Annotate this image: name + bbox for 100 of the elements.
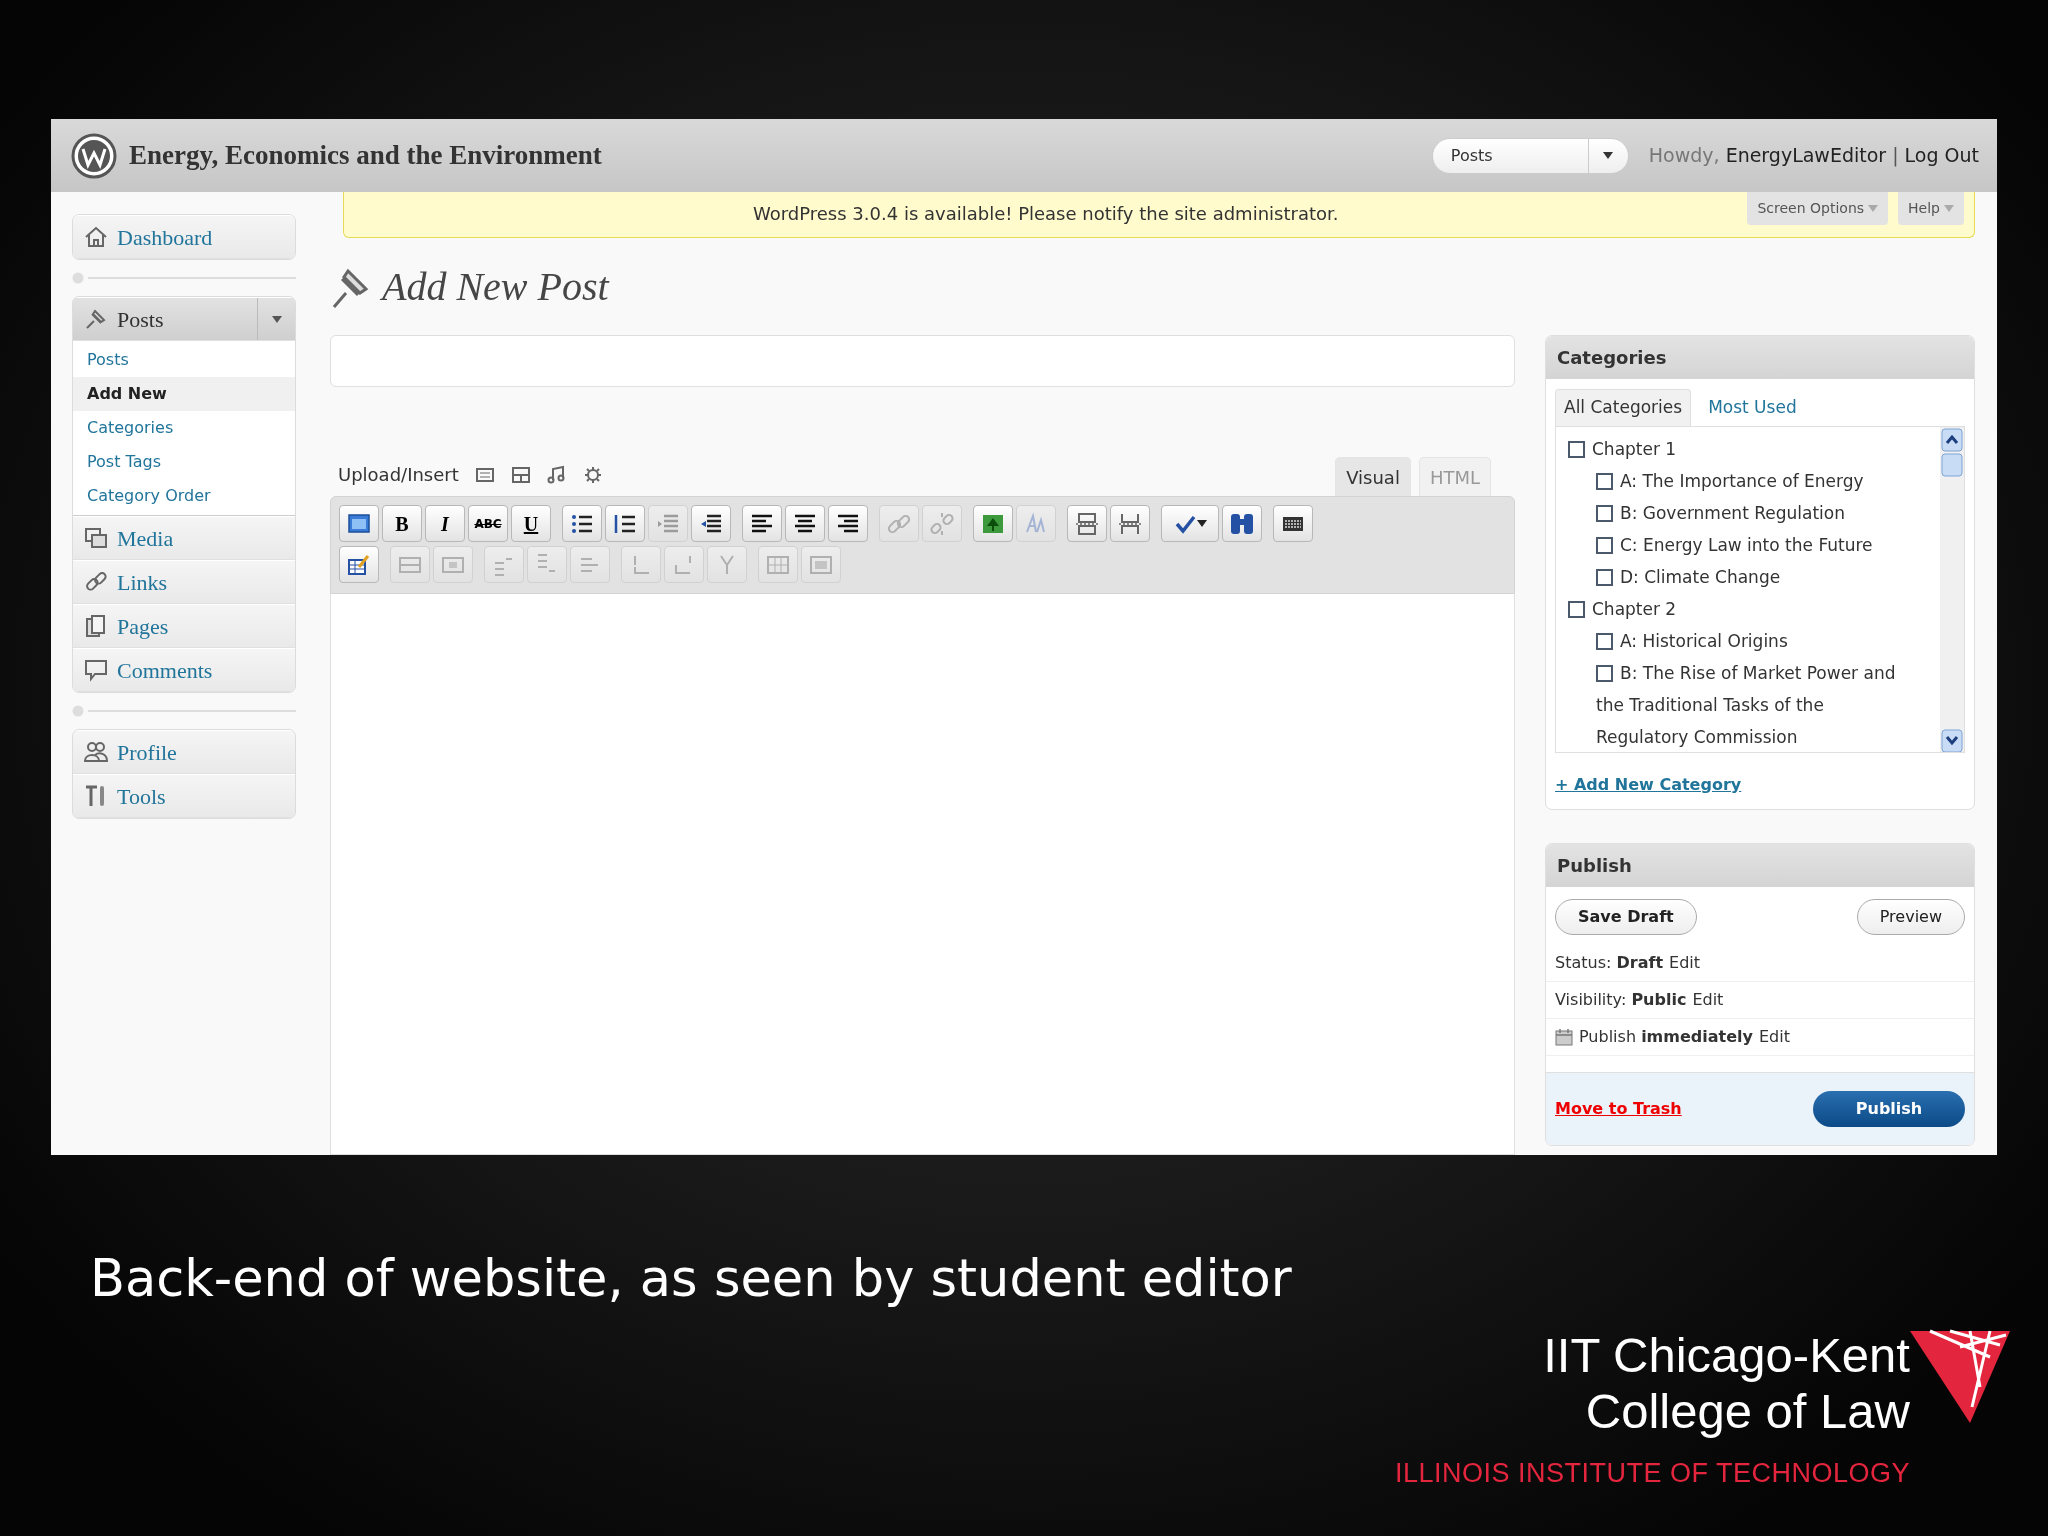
calendar-icon <box>1555 1028 1573 1046</box>
media-icon <box>83 525 109 551</box>
collapse-handle-icon <box>72 705 84 717</box>
collapse-handle-icon <box>72 272 84 284</box>
screen-tab[interactable]: Screen Options <box>1747 192 1889 225</box>
site-title: Energy, Economics and the Environment <box>129 139 602 173</box>
edit-link[interactable]: Edit <box>1669 951 1701 975</box>
toolbar-button[interactable] <box>742 505 782 542</box>
sidebar-menu-item[interactable]: Profile <box>73 730 295 774</box>
category-label[interactable]: C: Energy Law into the Future <box>1596 529 1906 561</box>
italic-button[interactable]: I <box>425 505 465 542</box>
toolbar-button[interactable] <box>785 505 825 542</box>
favorites-dropdown[interactable]: Posts <box>1431 137 1629 174</box>
publish-button[interactable]: Publish <box>1813 1091 1965 1127</box>
toolbar-button[interactable] <box>339 505 379 542</box>
update-notice: WordPress 3.0.4 is available! Please notify the site administrator. <box>752 202 1340 226</box>
screen-tab[interactable]: Help <box>1898 192 1964 225</box>
music-note-icon <box>546 464 567 485</box>
category-label[interactable]: B: The Rise of Market Power and the Traditional Tasks of the Regulatory Commission <box>1596 657 1906 752</box>
sidebar-menu-item[interactable]: Posts <box>73 297 295 341</box>
table-pencil-icon <box>347 552 371 577</box>
editor-tab[interactable]: Visual <box>1335 457 1411 496</box>
toolbar-button[interactable] <box>1161 505 1219 542</box>
separator-text: | <box>1892 143 1899 169</box>
category-tab[interactable]: Most Used <box>1699 389 1806 426</box>
logout-link[interactable]: Log Out <box>1904 141 1979 170</box>
checkbox[interactable] <box>1568 441 1585 458</box>
submenu-item[interactable]: Add New <box>73 377 295 411</box>
sidebar-menu-item[interactable]: Media <box>73 516 295 560</box>
checkbox[interactable] <box>1596 665 1613 682</box>
preview-button[interactable]: Preview <box>1856 899 1965 935</box>
logo-text: College of Law <box>1584 1383 1910 1440</box>
sidebar-menu-item[interactable]: Dashboard <box>73 215 295 259</box>
greeting-text: Howdy, <box>1648 143 1720 169</box>
strikethrough-button[interactable]: ABC <box>468 505 508 542</box>
read-more-icon <box>1118 511 1142 536</box>
panel-title: Publish <box>1546 844 1974 887</box>
speech-bubble-icon <box>83 657 109 683</box>
checkbox[interactable] <box>1596 633 1613 650</box>
underline-button[interactable]: U <box>511 505 551 542</box>
submenu-item[interactable]: Posts <box>73 343 295 377</box>
sidebar-menu-item[interactable]: Comments <box>73 648 295 692</box>
checkbox[interactable] <box>1596 473 1613 490</box>
submenu-item[interactable]: Category Order <box>73 479 295 513</box>
caret-icon <box>1603 152 1614 159</box>
sidebar-menu-item[interactable]: Tools <box>73 774 295 818</box>
caret-icon <box>1944 205 1954 212</box>
category-label[interactable]: Chapter 1 <box>1568 433 1906 465</box>
broken-link-icon <box>930 511 954 536</box>
panel-title: Categories <box>1546 336 1974 379</box>
checkbox[interactable] <box>1596 537 1613 554</box>
category-label[interactable]: A: Historical Origins <box>1596 625 1906 657</box>
sidebar-menu-item[interactable]: Links <box>73 560 295 604</box>
edit-link[interactable]: Edit <box>1692 988 1724 1012</box>
category-label[interactable]: B: Government Regulation <box>1596 497 1906 529</box>
house-icon <box>83 224 109 250</box>
caret-icon <box>1868 205 1879 212</box>
gear-icon <box>582 464 603 485</box>
add-category-link[interactable]: + Add New Category <box>1555 773 1742 797</box>
checkbox[interactable] <box>1596 569 1613 586</box>
toolbar-button[interactable] <box>973 505 1013 542</box>
page-break-icon <box>1075 511 1099 536</box>
dropdown-value: Posts <box>1449 144 1494 167</box>
toolbar-button[interactable] <box>339 546 379 583</box>
video-icon <box>510 464 531 485</box>
category-label[interactable]: Chapter 2 <box>1568 593 1906 625</box>
sidebar-menu-item[interactable]: Pages <box>73 604 295 648</box>
toolbar-button[interactable] <box>1222 505 1262 542</box>
publish-setting-text: Publish immediately <box>1579 1026 1753 1048</box>
bold-button[interactable]: B <box>382 505 422 542</box>
submenu-item[interactable]: Post Tags <box>73 445 295 479</box>
toolbar-button[interactable] <box>828 505 868 542</box>
publish-setting-text: Visibility: Public <box>1555 989 1687 1011</box>
category-label[interactable]: D: Climate Change <box>1596 561 1906 593</box>
edit-link[interactable]: Edit <box>1758 1025 1790 1049</box>
checkbox[interactable] <box>1596 505 1613 522</box>
category-label[interactable]: A: The Importance of Energy <box>1596 465 1906 497</box>
people-icon <box>83 739 109 765</box>
logo-text: IIT Chicago-Kent <box>1542 1327 1910 1384</box>
move-to-trash-link[interactable]: Move to Trash <box>1555 1097 1682 1121</box>
page-title: Add New Post <box>382 263 609 311</box>
upload-insert-label: Upload/Insert <box>338 463 459 487</box>
title-input[interactable] <box>330 335 1515 387</box>
logo-icon <box>71 132 117 179</box>
window-icon <box>347 511 371 536</box>
slide-caption: Back-end of website, as seen by student editor <box>90 1248 1293 1310</box>
toolbar-button[interactable] <box>1273 505 1313 542</box>
publish-setting-text: Status: Draft <box>1555 952 1664 974</box>
save-draft-button[interactable]: Save Draft <box>1555 899 1697 935</box>
dropdown-arrow-icon <box>1197 520 1207 527</box>
username-link[interactable]: EnergyLawEditor <box>1725 141 1887 170</box>
logo-subtitle: ILLINOIS INSTITUTE OF TECHNOLOGY <box>1394 1457 1910 1491</box>
checkbox[interactable] <box>1568 601 1585 618</box>
toolbar-button[interactable] <box>691 505 731 542</box>
submenu-item[interactable]: Categories <box>73 411 295 445</box>
toolbar-button[interactable] <box>562 505 602 542</box>
category-tab[interactable]: All Categories <box>1555 389 1692 426</box>
dropdown-arrow-icon <box>271 315 282 323</box>
update-link[interactable]: WordPress 3.0.4 <box>753 203 899 224</box>
toolbar-button[interactable] <box>605 505 645 542</box>
